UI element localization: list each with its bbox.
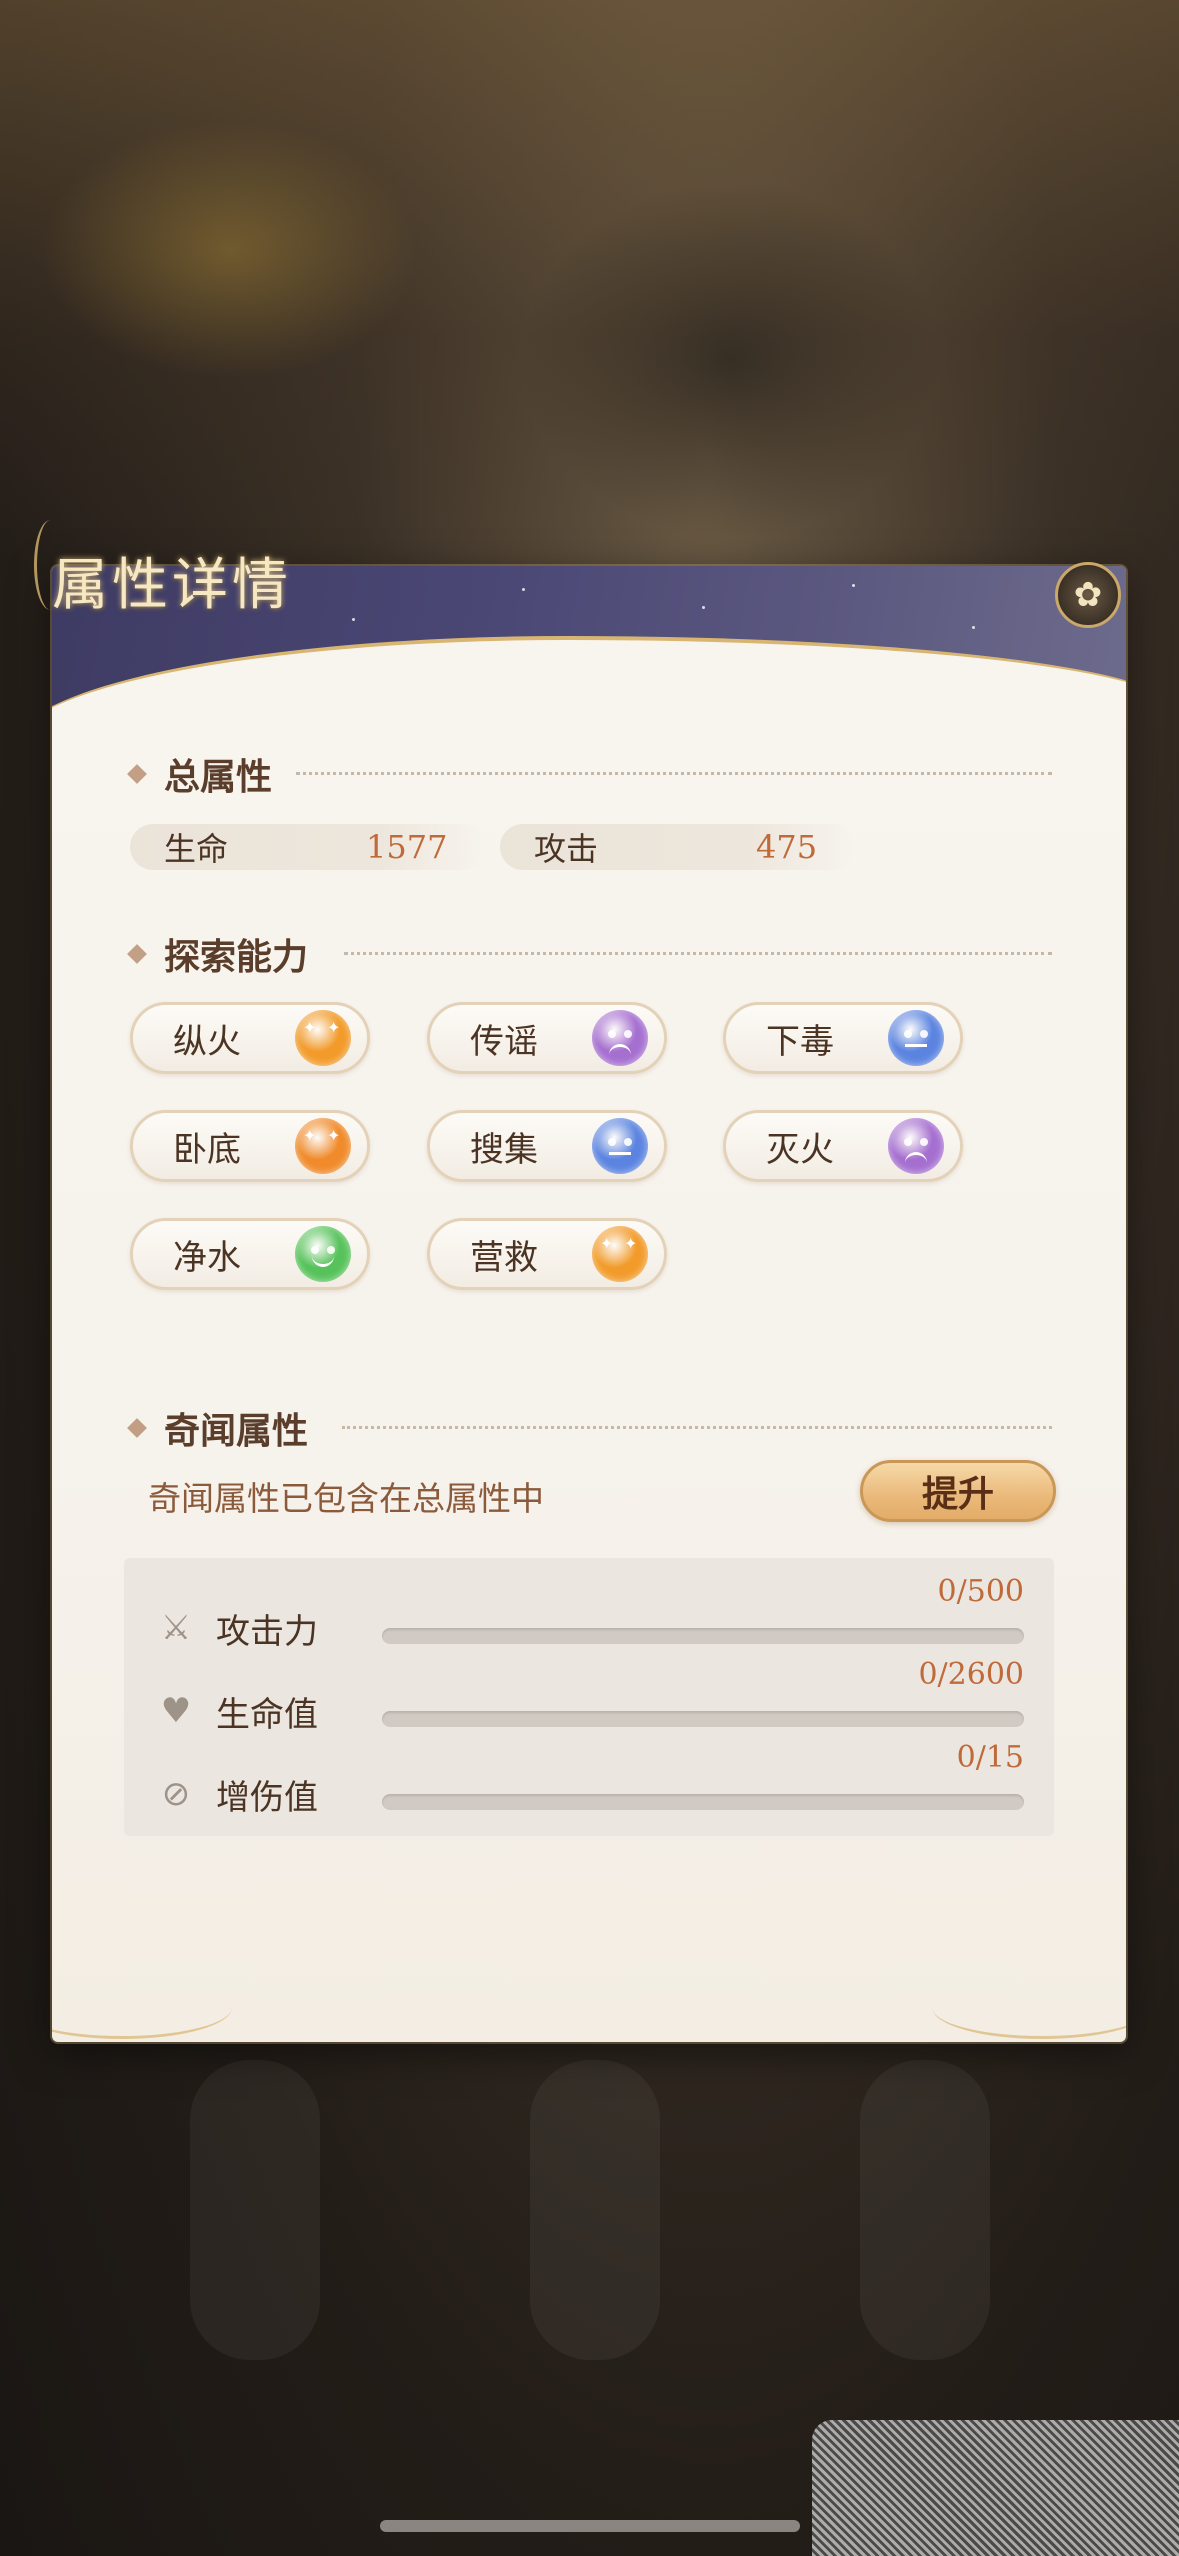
star-face-icon [592,1226,648,1282]
sad-face-icon [888,1118,944,1174]
close-button[interactable]: ✿ [1055,562,1121,628]
corner-ornament [52,1976,232,2039]
ability-name: 卧底 [173,1129,241,1170]
corner-ornament [932,1976,1126,2039]
bonus-row-hp: ♥ 生命值 0/2600 [124,1657,1054,1741]
ability-name: 搜集 [470,1129,538,1170]
section-exploration: 探索能力 [127,928,309,980]
progress-bar [382,1711,1024,1727]
ability-chip[interactable]: 营救 [427,1218,667,1290]
neutral-face-icon [888,1010,944,1066]
ability-chip[interactable]: 卧底 [130,1110,370,1182]
stat-value: 1577 [366,828,448,866]
bonus-row-damage: ⊘ 增伤值 0/15 [124,1740,1054,1824]
ability-chip[interactable]: 灭火 [723,1110,963,1182]
ability-chip[interactable]: 下毒 [723,1002,963,1074]
background-figure [860,2060,990,2360]
section-title: 总属性 [164,756,273,798]
progress-bar [382,1628,1024,1644]
ability-name: 传谣 [470,1021,538,1062]
stat-name: 攻击 [534,830,599,868]
home-indicator[interactable] [380,2520,800,2532]
section-total-attributes: 总属性 [127,748,273,800]
divider [296,772,1052,775]
stat-attack: 攻击 475 [500,824,856,870]
section-title: 奇闻属性 [164,1410,309,1452]
rumor-bonus-box: ⚔ 攻击力 0/500 ♥ 生命值 0/2600 ⊘ 增伤值 0/15 [124,1558,1054,1836]
watermark-pattern [812,2420,1179,2556]
ability-chip[interactable]: 搜集 [427,1110,667,1182]
ability-chip[interactable]: 传谣 [427,1002,667,1074]
upgrade-button[interactable]: 提升 [860,1460,1056,1522]
sword-icon: ⚔ [160,1608,192,1648]
bonus-label: 增伤值 [216,1778,318,1818]
stat-hp: 生命 1577 [130,824,486,870]
section-rumor-attributes: 奇闻属性 [127,1402,309,1454]
ability-name: 下毒 [766,1021,834,1062]
section-title: 探索能力 [164,936,309,978]
diamond-bullet-icon [127,764,147,784]
background-plant [520,180,940,540]
ability-name: 净水 [173,1237,241,1278]
damage-boost-icon: ⊘ [161,1774,191,1814]
bonus-value: 0/15 [956,1740,1024,1775]
bonus-label: 攻击力 [216,1612,318,1652]
bonus-row-attack: ⚔ 攻击力 0/500 [124,1574,1054,1658]
ability-name: 灭火 [766,1129,834,1170]
close-flower-icon: ✿ [1073,575,1103,615]
star-face-icon [295,1010,351,1066]
bonus-value: 0/500 [937,1574,1024,1609]
ability-name: 纵火 [173,1021,241,1062]
ability-name: 营救 [470,1237,538,1278]
star-face-icon [295,1118,351,1174]
neutral-face-icon [592,1118,648,1174]
ability-chip[interactable]: 净水 [130,1218,370,1290]
ability-chip[interactable]: 纵火 [130,1002,370,1074]
background-gold-flowers [40,120,420,380]
stat-name: 生命 [164,830,229,868]
bonus-value: 0/2600 [918,1657,1024,1692]
happy-face-icon [295,1226,351,1282]
bonus-label: 生命值 [216,1695,318,1735]
divider [342,1426,1052,1429]
diamond-bullet-icon [127,944,147,964]
divider [344,952,1052,955]
background-figure [530,2060,660,2360]
heart-plus-icon: ♥ [160,1691,192,1731]
stat-value: 475 [756,828,818,866]
progress-bar [382,1794,1024,1810]
page-title: 属性详情 [52,553,292,618]
background-figure [190,2060,320,2360]
diamond-bullet-icon [127,1418,147,1438]
sad-face-icon [592,1010,648,1066]
rumor-note: 奇闻属性已包含在总属性中 [148,1479,544,1518]
